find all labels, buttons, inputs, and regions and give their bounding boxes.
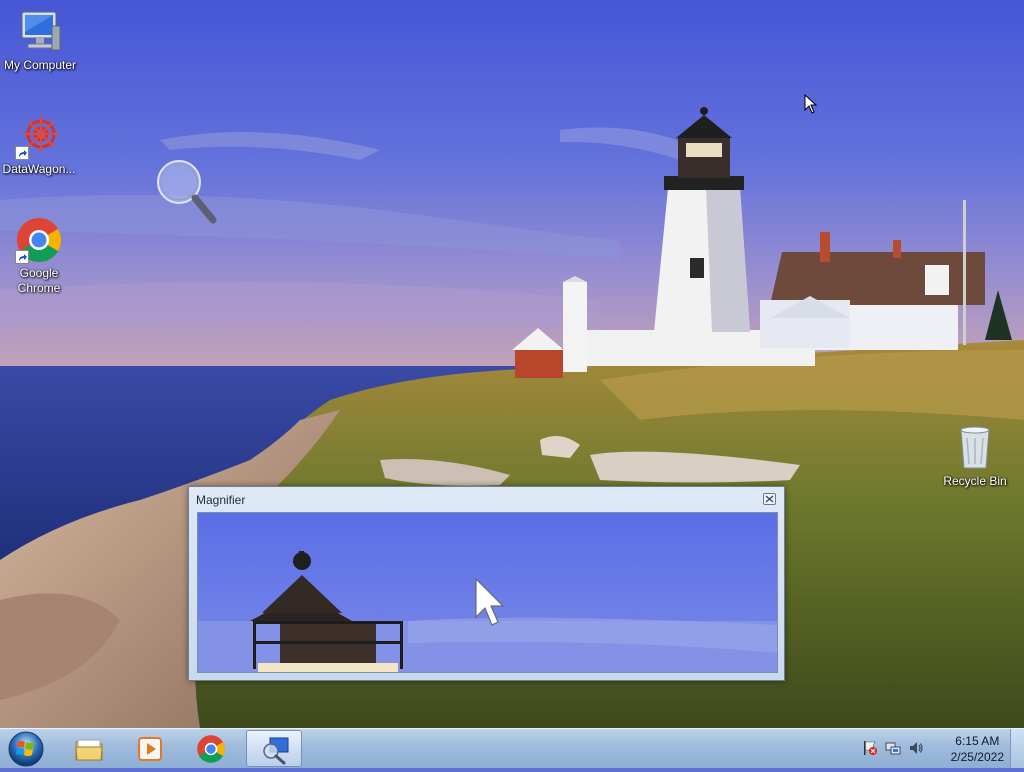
windows-orb-icon (8, 731, 44, 767)
label-line: Google (19, 266, 59, 280)
taskbar: 6:15 AM 2/25/2022 (0, 728, 1024, 768)
clock-time: 6:15 AM (955, 734, 1000, 748)
desktop-icon-label: Recycle Bin (943, 474, 1007, 488)
chrome-icon (197, 735, 225, 763)
magnifier-lens-icon[interactable] (155, 158, 219, 230)
close-icon (765, 495, 774, 503)
file-explorer-icon (75, 739, 103, 761)
taskbar-file-explorer-button[interactable] (61, 730, 117, 767)
desktop-icon-label: My Computer (3, 58, 77, 72)
magnifier-window[interactable]: Magnifier (188, 486, 785, 681)
close-button[interactable] (763, 493, 776, 505)
magnifier-icon (263, 737, 289, 765)
recycle-bin-icon (951, 424, 999, 472)
desktop-icon-recycle-bin[interactable]: Recycle Bin (935, 424, 1015, 489)
computer-icon (16, 8, 64, 56)
desktop-icon-my-computer[interactable]: My Computer (0, 8, 80, 73)
network-icon[interactable] (885, 740, 901, 756)
label-line: Chrome (17, 281, 61, 295)
media-player-icon (138, 737, 162, 761)
window-title: Magnifier (196, 493, 246, 507)
shortcut-arrow-icon (15, 250, 29, 264)
taskbar-chrome-button[interactable] (183, 730, 239, 767)
shortcut-arrow-icon (15, 146, 29, 160)
chrome-icon (15, 216, 63, 264)
magnified-lighthouse-image (198, 513, 777, 672)
clock-date: 2/25/2022 (950, 750, 1004, 764)
desktop-icon-label: DataWagon... (2, 162, 76, 176)
show-desktop-button[interactable] (1010, 729, 1024, 768)
system-tray: 6:15 AM 2/25/2022 (854, 729, 1024, 768)
taskbar-clock[interactable]: 6:15 AM 2/25/2022 (951, 733, 1004, 765)
start-button[interactable] (6, 731, 46, 767)
magnified-view (197, 512, 778, 673)
desktop-icon-label: Google Chrome (0, 266, 79, 296)
taskbar-media-player-button[interactable] (122, 730, 178, 767)
desktop-icon-google-chrome[interactable]: Google Chrome (0, 216, 79, 296)
datawagon-icon (15, 112, 63, 160)
action-center-flag-icon[interactable] (862, 740, 878, 756)
mouse-cursor-icon (804, 94, 818, 114)
taskbar-magnifier-button[interactable] (246, 730, 302, 767)
desktop-icon-datawagon[interactable]: DataWagon... (0, 112, 79, 177)
volume-icon[interactable] (908, 740, 924, 756)
